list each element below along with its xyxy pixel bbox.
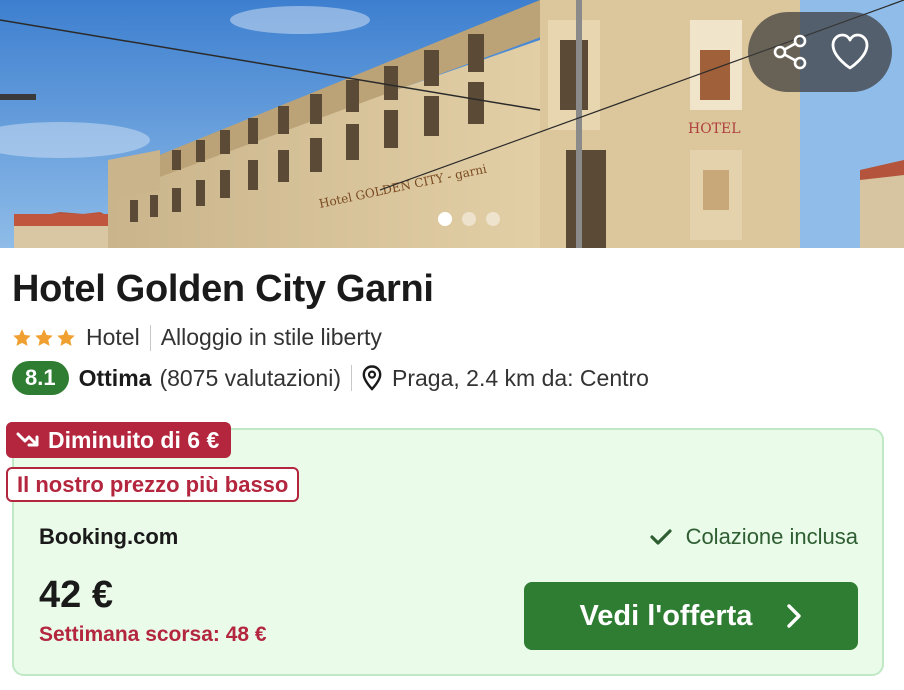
trending-down-icon bbox=[16, 430, 40, 450]
chevron-right-icon bbox=[786, 603, 802, 629]
carousel-dot-1[interactable] bbox=[438, 212, 452, 226]
location-text[interactable]: Praga, 2.4 km da: Centro bbox=[392, 365, 649, 392]
heart-icon bbox=[831, 33, 869, 70]
share-button[interactable] bbox=[766, 28, 814, 76]
hotel-name: Hotel Golden City Garni bbox=[12, 268, 434, 310]
hotel-photo[interactable]: HOTEL Hotel GOLDEN CITY - garni bbox=[0, 0, 904, 248]
photo-actions bbox=[748, 12, 892, 92]
divider bbox=[149, 324, 151, 351]
breakfast-info: Colazione inclusa bbox=[649, 524, 858, 550]
rating-label: Ottima bbox=[78, 364, 152, 391]
lowest-price-badge: Il nostro prezzo più basso bbox=[6, 467, 300, 502]
provider-name: Booking.com bbox=[39, 524, 179, 549]
price-drop-text: Diminuito di 6 € bbox=[48, 426, 220, 453]
divider bbox=[351, 365, 352, 391]
carousel-dot-3[interactable] bbox=[486, 212, 500, 226]
hotel-type: Hotel bbox=[86, 324, 140, 350]
star-icon bbox=[57, 328, 75, 346]
favorite-button[interactable] bbox=[826, 28, 874, 76]
carousel-indicator bbox=[438, 212, 500, 226]
breakfast-text: Colazione inclusa bbox=[685, 524, 858, 549]
hotel-style: Alloggio in stile liberty bbox=[160, 324, 382, 350]
star-icon bbox=[13, 328, 31, 346]
check-icon bbox=[649, 528, 672, 546]
price-drop-badge: Diminuito di 6 € bbox=[6, 422, 232, 458]
last-week-price: Settimana scorsa: 48 € bbox=[39, 623, 267, 646]
hotel-meta: Hotel Alloggio in stile liberty bbox=[12, 324, 382, 351]
location-pin-icon bbox=[362, 365, 382, 391]
star-rating bbox=[12, 328, 76, 348]
view-deal-button[interactable]: Vedi l'offerta bbox=[524, 582, 858, 650]
facade-sign: HOTEL bbox=[688, 121, 741, 137]
share-icon bbox=[773, 34, 807, 70]
view-deal-label: Vedi l'offerta bbox=[579, 599, 753, 632]
rating-score-badge: 8.1 bbox=[12, 361, 69, 395]
review-count[interactable]: (8075 valutazioni) bbox=[159, 365, 341, 392]
rating-row: 8.1 Ottima (8075 valutazioni) Praga, 2.4… bbox=[12, 360, 649, 396]
current-price: 42 € bbox=[39, 574, 113, 616]
carousel-dot-2[interactable] bbox=[462, 212, 476, 226]
star-icon bbox=[35, 328, 53, 346]
